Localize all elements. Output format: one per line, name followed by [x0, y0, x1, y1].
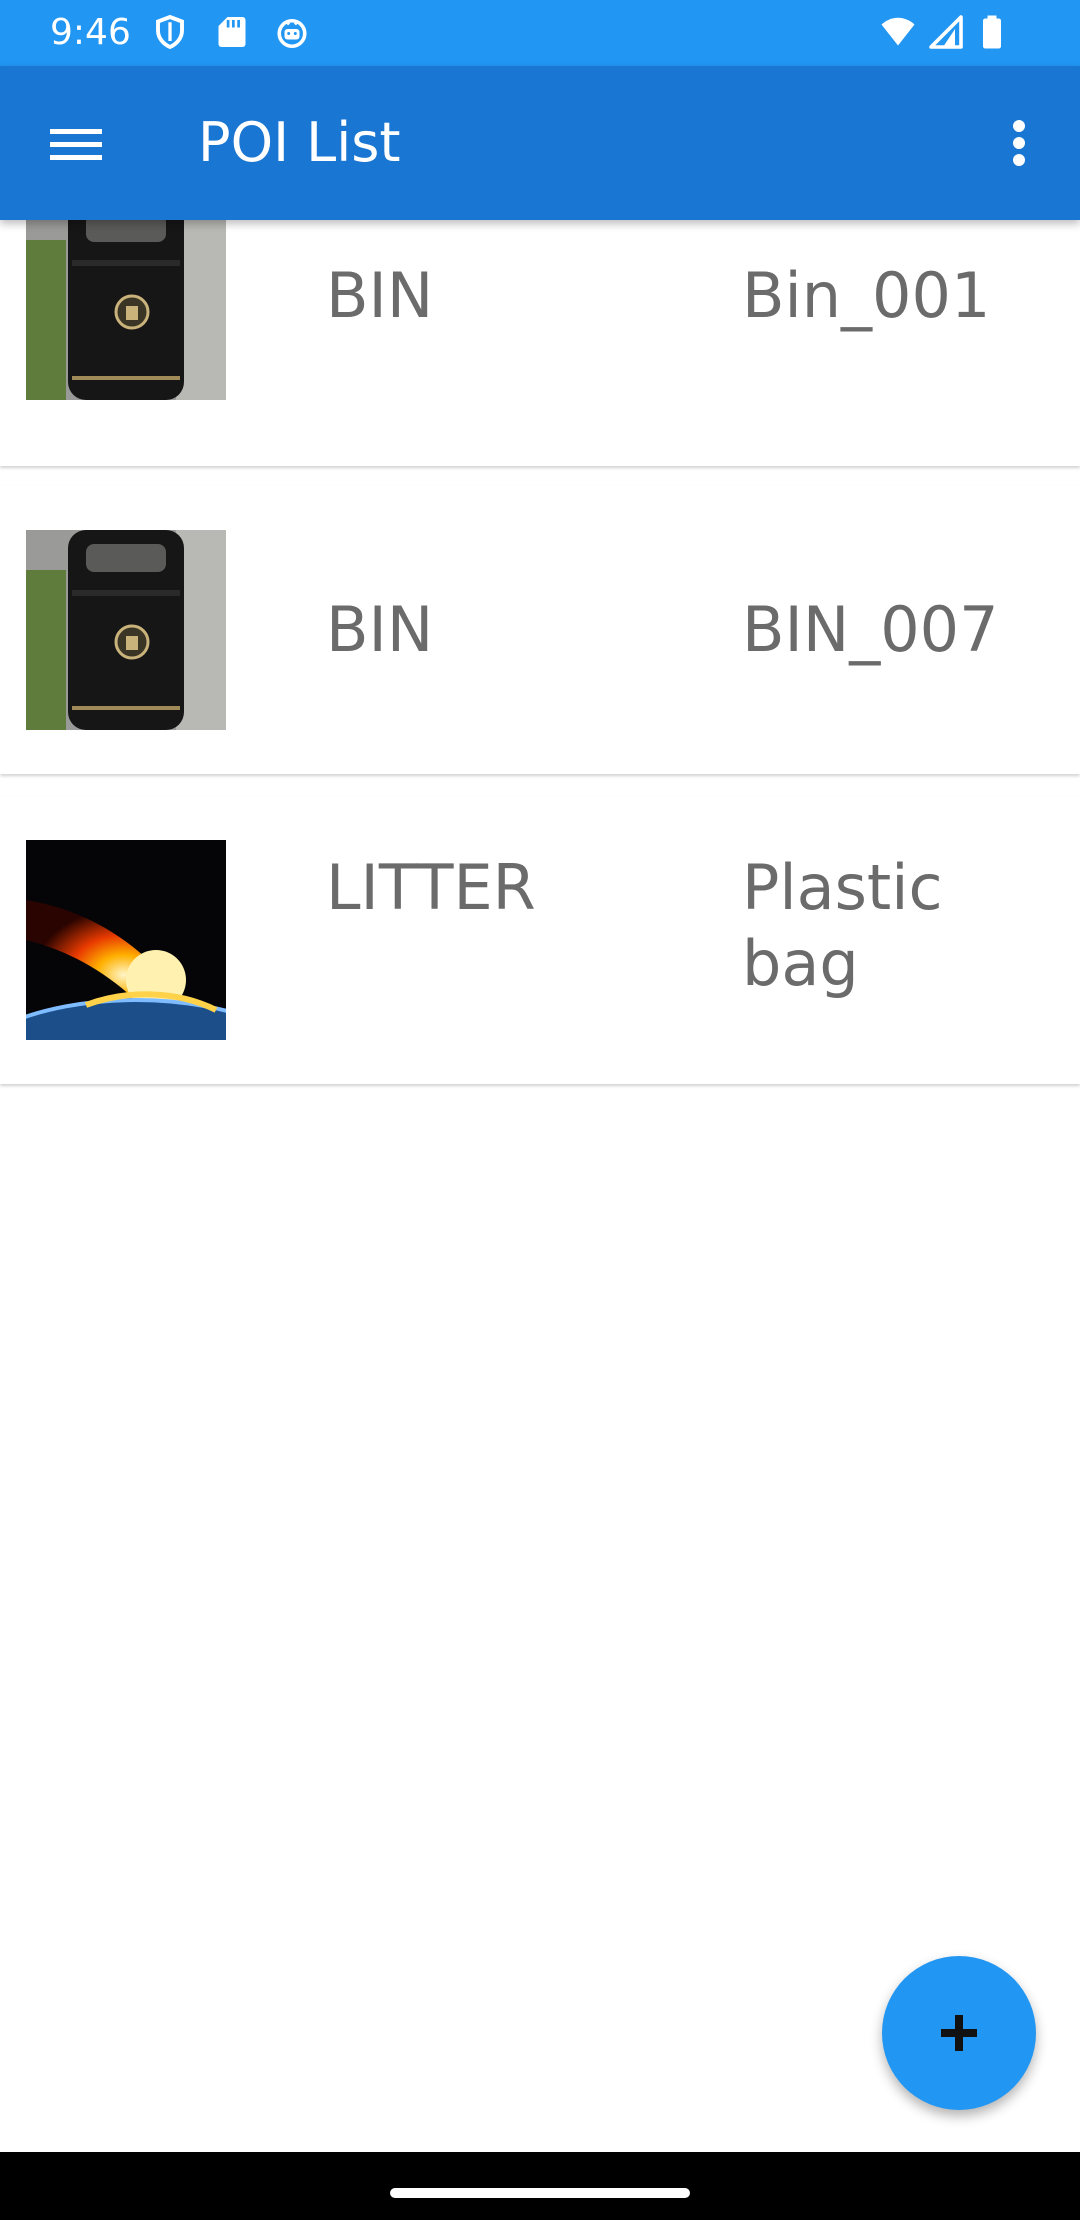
status-bar: 9:46 [0, 0, 1080, 66]
list-item[interactable]: LITTER Plastic bag [0, 796, 1080, 1084]
wifi-icon [881, 17, 915, 46]
plus-icon [941, 2015, 977, 2051]
add-poi-button[interactable] [882, 1956, 1036, 2110]
hamburger-menu-icon [50, 129, 102, 160]
poi-name: Plastic bag [742, 851, 943, 1000]
cell-signal-icon [929, 15, 963, 49]
app-bar: POI List [0, 66, 1080, 220]
android-debug-icon [277, 18, 307, 49]
status-time: 9:46 [50, 12, 131, 53]
list-item[interactable]: BIN Bin_001 [0, 210, 1080, 466]
poi-type: BIN [326, 593, 434, 666]
meteor-earth-photo [26, 840, 226, 1040]
litter-bin-photo [26, 530, 226, 730]
poi-type: LITTER [326, 851, 536, 924]
menu-button[interactable] [30, 103, 110, 183]
poi-type: BIN [326, 259, 434, 332]
home-gesture-handle[interactable] [390, 2188, 690, 2198]
list-item[interactable]: BIN BIN_007 [0, 486, 1080, 774]
shield-icon [156, 14, 184, 50]
litter-bin-photo [26, 210, 226, 400]
page-title: POI List [198, 111, 401, 174]
overflow-menu-button[interactable] [984, 103, 1054, 183]
poi-name: Bin_001 [742, 259, 991, 332]
poi-name: BIN_007 [742, 593, 999, 666]
sd-card-icon [218, 17, 246, 47]
battery-icon [983, 15, 1001, 49]
more-vert-icon [1013, 120, 1025, 166]
system-navigation-bar [0, 2152, 1080, 2220]
